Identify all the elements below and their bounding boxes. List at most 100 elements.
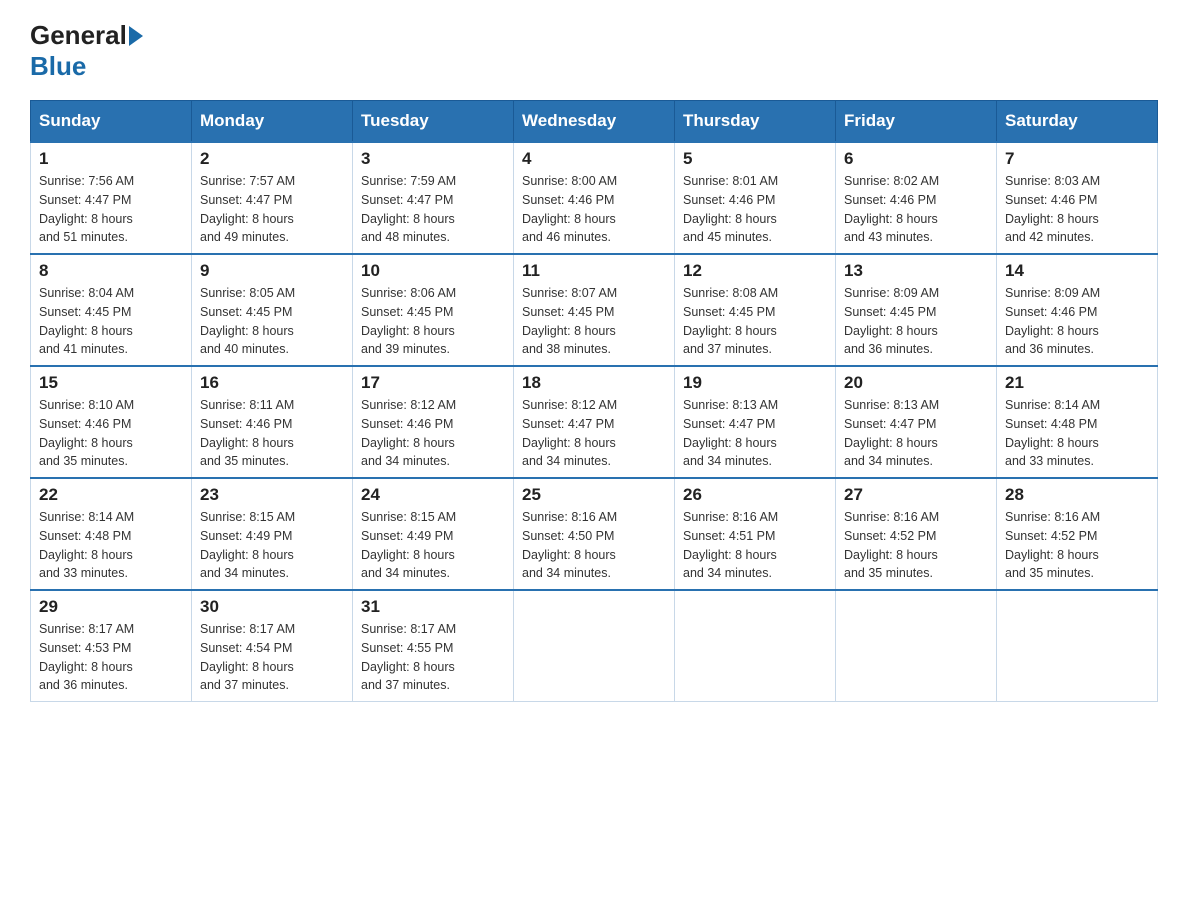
day-info: Sunrise: 8:12 AMSunset: 4:47 PMDaylight:… (522, 396, 666, 471)
calendar-cell (836, 590, 997, 702)
day-info: Sunrise: 8:07 AMSunset: 4:45 PMDaylight:… (522, 284, 666, 359)
week-row-1: 1 Sunrise: 7:56 AMSunset: 4:47 PMDaylight… (31, 142, 1158, 254)
day-number: 17 (361, 373, 505, 393)
day-info: Sunrise: 8:17 AMSunset: 4:53 PMDaylight:… (39, 620, 183, 695)
day-info: Sunrise: 8:04 AMSunset: 4:45 PMDaylight:… (39, 284, 183, 359)
col-header-sunday: Sunday (31, 101, 192, 143)
day-info: Sunrise: 8:01 AMSunset: 4:46 PMDaylight:… (683, 172, 827, 247)
day-number: 30 (200, 597, 344, 617)
day-number: 23 (200, 485, 344, 505)
day-number: 25 (522, 485, 666, 505)
day-info: Sunrise: 8:15 AMSunset: 4:49 PMDaylight:… (361, 508, 505, 583)
calendar-cell: 14 Sunrise: 8:09 AMSunset: 4:46 PMDayligh… (997, 254, 1158, 366)
day-info: Sunrise: 7:57 AMSunset: 4:47 PMDaylight:… (200, 172, 344, 247)
day-number: 19 (683, 373, 827, 393)
calendar-cell (514, 590, 675, 702)
day-info: Sunrise: 8:13 AMSunset: 4:47 PMDaylight:… (844, 396, 988, 471)
day-number: 4 (522, 149, 666, 169)
day-info: Sunrise: 8:09 AMSunset: 4:46 PMDaylight:… (1005, 284, 1149, 359)
day-number: 22 (39, 485, 183, 505)
day-info: Sunrise: 8:03 AMSunset: 4:46 PMDaylight:… (1005, 172, 1149, 247)
day-number: 20 (844, 373, 988, 393)
calendar-cell: 24 Sunrise: 8:15 AMSunset: 4:49 PMDayligh… (353, 478, 514, 590)
day-number: 6 (844, 149, 988, 169)
day-number: 31 (361, 597, 505, 617)
calendar-cell: 20 Sunrise: 8:13 AMSunset: 4:47 PMDayligh… (836, 366, 997, 478)
calendar-cell: 12 Sunrise: 8:08 AMSunset: 4:45 PMDayligh… (675, 254, 836, 366)
day-info: Sunrise: 8:16 AMSunset: 4:52 PMDaylight:… (844, 508, 988, 583)
day-info: Sunrise: 8:16 AMSunset: 4:51 PMDaylight:… (683, 508, 827, 583)
calendar-cell: 28 Sunrise: 8:16 AMSunset: 4:52 PMDayligh… (997, 478, 1158, 590)
day-number: 2 (200, 149, 344, 169)
day-number: 24 (361, 485, 505, 505)
day-number: 12 (683, 261, 827, 281)
calendar-cell: 11 Sunrise: 8:07 AMSunset: 4:45 PMDayligh… (514, 254, 675, 366)
calendar-cell: 13 Sunrise: 8:09 AMSunset: 4:45 PMDayligh… (836, 254, 997, 366)
calendar-cell: 1 Sunrise: 7:56 AMSunset: 4:47 PMDaylight… (31, 142, 192, 254)
day-number: 29 (39, 597, 183, 617)
calendar-cell: 27 Sunrise: 8:16 AMSunset: 4:52 PMDayligh… (836, 478, 997, 590)
logo: General Blue (30, 20, 143, 82)
day-number: 10 (361, 261, 505, 281)
day-number: 8 (39, 261, 183, 281)
calendar-header-row: SundayMondayTuesdayWednesdayThursdayFrid… (31, 101, 1158, 143)
day-number: 15 (39, 373, 183, 393)
day-number: 18 (522, 373, 666, 393)
day-number: 26 (683, 485, 827, 505)
col-header-saturday: Saturday (997, 101, 1158, 143)
day-info: Sunrise: 7:59 AMSunset: 4:47 PMDaylight:… (361, 172, 505, 247)
week-row-3: 15 Sunrise: 8:10 AMSunset: 4:46 PMDayligh… (31, 366, 1158, 478)
week-row-4: 22 Sunrise: 8:14 AMSunset: 4:48 PMDayligh… (31, 478, 1158, 590)
calendar-cell: 30 Sunrise: 8:17 AMSunset: 4:54 PMDayligh… (192, 590, 353, 702)
calendar-cell: 8 Sunrise: 8:04 AMSunset: 4:45 PMDaylight… (31, 254, 192, 366)
calendar-cell: 16Sunrise: 8:11 AMSunset: 4:46 PMDayligh… (192, 366, 353, 478)
day-info: Sunrise: 8:08 AMSunset: 4:45 PMDaylight:… (683, 284, 827, 359)
calendar-cell: 26 Sunrise: 8:16 AMSunset: 4:51 PMDayligh… (675, 478, 836, 590)
day-info: Sunrise: 8:13 AMSunset: 4:47 PMDaylight:… (683, 396, 827, 471)
calendar-cell: 17Sunrise: 8:12 AMSunset: 4:46 PMDayligh… (353, 366, 514, 478)
day-info: Sunrise: 8:05 AMSunset: 4:45 PMDaylight:… (200, 284, 344, 359)
day-info: Sunrise: 8:14 AMSunset: 4:48 PMDaylight:… (39, 508, 183, 583)
calendar-table: SundayMondayTuesdayWednesdayThursdayFrid… (30, 100, 1158, 702)
calendar-cell: 2 Sunrise: 7:57 AMSunset: 4:47 PMDaylight… (192, 142, 353, 254)
day-number: 28 (1005, 485, 1149, 505)
day-info: Sunrise: 8:14 AMSunset: 4:48 PMDaylight:… (1005, 396, 1149, 471)
logo-arrow-icon (129, 26, 143, 46)
calendar-cell: 31Sunrise: 8:17 AMSunset: 4:55 PMDayligh… (353, 590, 514, 702)
calendar-cell: 7Sunrise: 8:03 AMSunset: 4:46 PMDaylight… (997, 142, 1158, 254)
day-number: 11 (522, 261, 666, 281)
calendar-cell: 15 Sunrise: 8:10 AMSunset: 4:46 PMDayligh… (31, 366, 192, 478)
col-header-wednesday: Wednesday (514, 101, 675, 143)
day-info: Sunrise: 8:11 AMSunset: 4:46 PMDaylight:… (200, 396, 344, 471)
page-header: General Blue (30, 20, 1158, 82)
calendar-cell: 6Sunrise: 8:02 AMSunset: 4:46 PMDaylight… (836, 142, 997, 254)
day-number: 21 (1005, 373, 1149, 393)
day-info: Sunrise: 7:56 AMSunset: 4:47 PMDaylight:… (39, 172, 183, 247)
day-number: 13 (844, 261, 988, 281)
day-info: Sunrise: 8:06 AMSunset: 4:45 PMDaylight:… (361, 284, 505, 359)
day-info: Sunrise: 8:15 AMSunset: 4:49 PMDaylight:… (200, 508, 344, 583)
calendar-cell: 18 Sunrise: 8:12 AMSunset: 4:47 PMDayligh… (514, 366, 675, 478)
calendar-cell: 9Sunrise: 8:05 AMSunset: 4:45 PMDaylight… (192, 254, 353, 366)
day-number: 14 (1005, 261, 1149, 281)
calendar-cell: 10 Sunrise: 8:06 AMSunset: 4:45 PMDayligh… (353, 254, 514, 366)
calendar-cell: 5Sunrise: 8:01 AMSunset: 4:46 PMDaylight… (675, 142, 836, 254)
day-info: Sunrise: 8:16 AMSunset: 4:52 PMDaylight:… (1005, 508, 1149, 583)
calendar-cell: 3Sunrise: 7:59 AMSunset: 4:47 PMDaylight… (353, 142, 514, 254)
col-header-tuesday: Tuesday (353, 101, 514, 143)
week-row-5: 29 Sunrise: 8:17 AMSunset: 4:53 PMDayligh… (31, 590, 1158, 702)
col-header-thursday: Thursday (675, 101, 836, 143)
day-info: Sunrise: 8:17 AMSunset: 4:54 PMDaylight:… (200, 620, 344, 695)
day-number: 1 (39, 149, 183, 169)
col-header-friday: Friday (836, 101, 997, 143)
calendar-cell: 29 Sunrise: 8:17 AMSunset: 4:53 PMDayligh… (31, 590, 192, 702)
calendar-cell: 25 Sunrise: 8:16 AMSunset: 4:50 PMDayligh… (514, 478, 675, 590)
day-info: Sunrise: 8:09 AMSunset: 4:45 PMDaylight:… (844, 284, 988, 359)
day-info: Sunrise: 8:10 AMSunset: 4:46 PMDaylight:… (39, 396, 183, 471)
calendar-cell: 21 Sunrise: 8:14 AMSunset: 4:48 PMDayligh… (997, 366, 1158, 478)
day-info: Sunrise: 8:16 AMSunset: 4:50 PMDaylight:… (522, 508, 666, 583)
day-number: 27 (844, 485, 988, 505)
calendar-cell: 4Sunrise: 8:00 AMSunset: 4:46 PMDaylight… (514, 142, 675, 254)
calendar-cell: 22 Sunrise: 8:14 AMSunset: 4:48 PMDayligh… (31, 478, 192, 590)
logo-general-text: General (30, 20, 127, 51)
